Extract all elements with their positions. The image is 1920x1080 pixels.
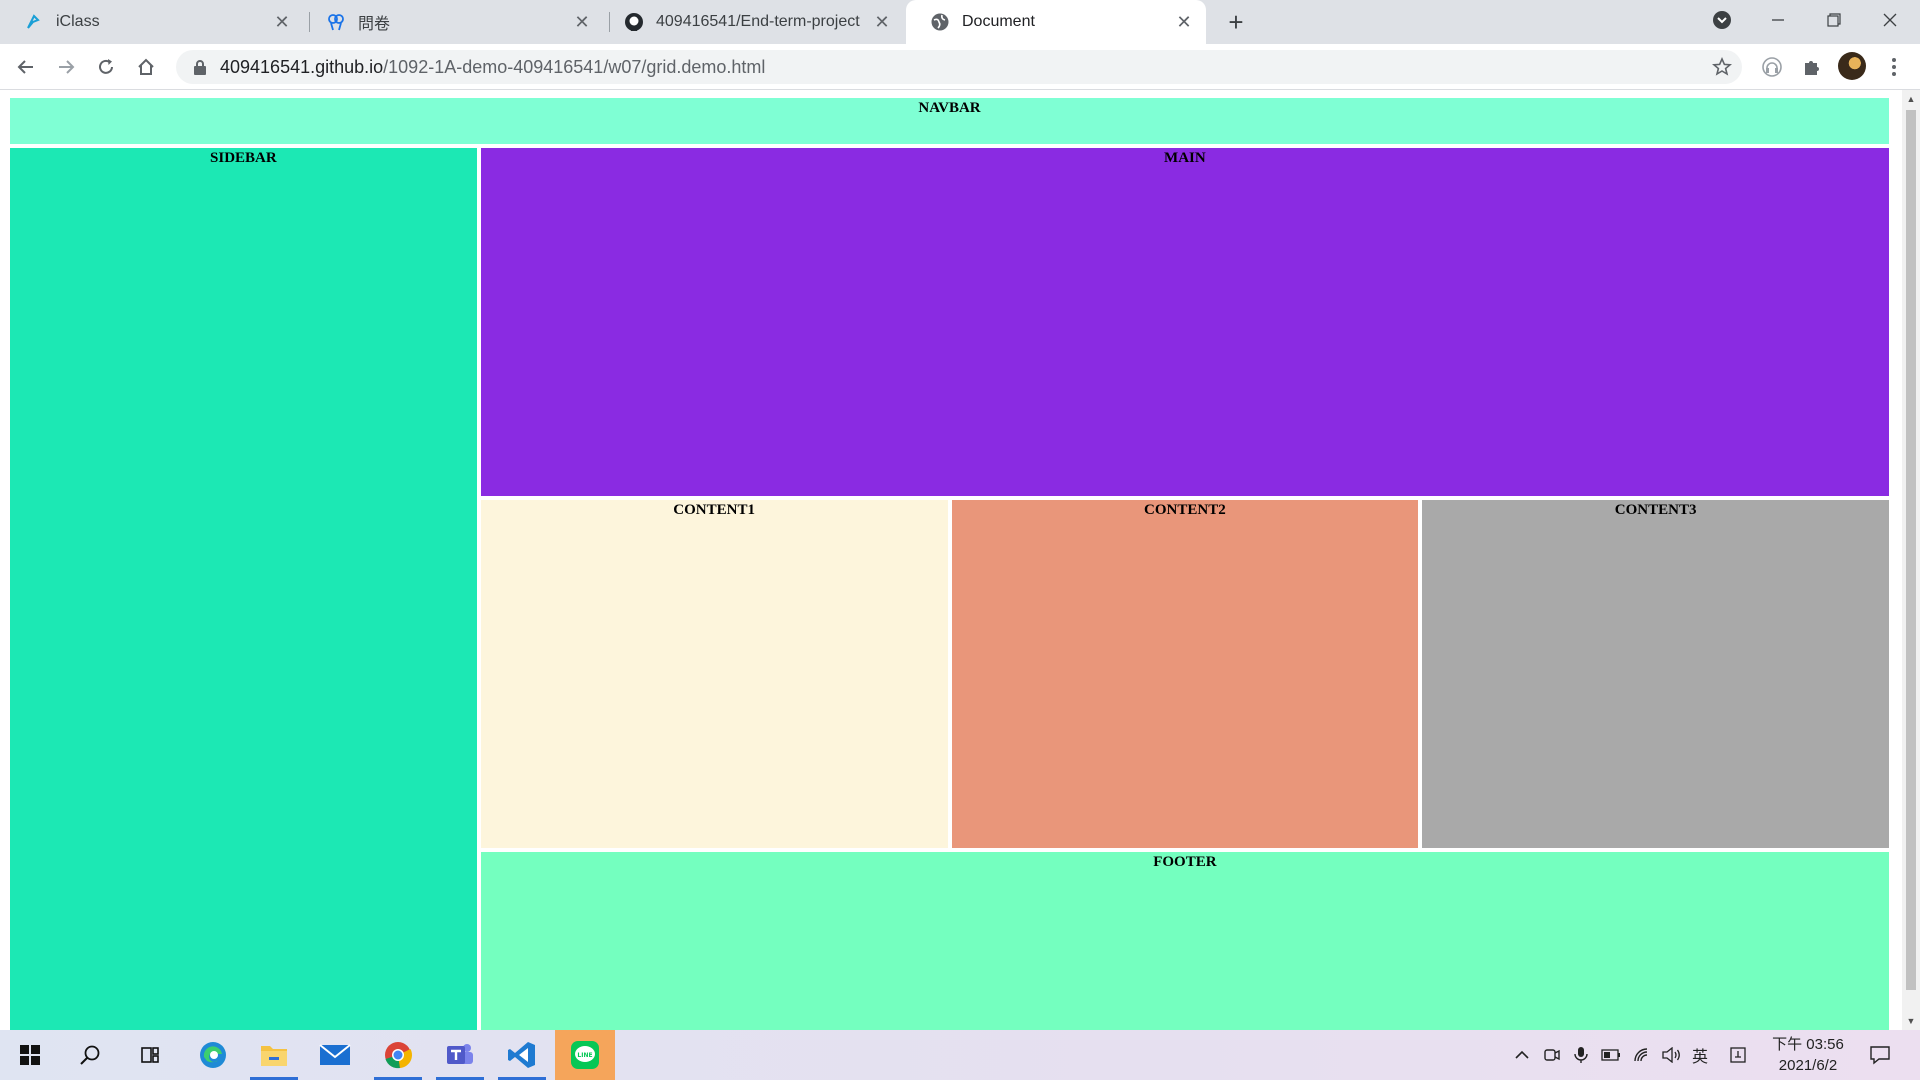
windows-taskbar: LINE 英 下午 03:56 2021/6/2 bbox=[0, 1030, 1920, 1080]
close-window-icon[interactable] bbox=[1862, 0, 1918, 40]
new-tab-button[interactable]: + bbox=[1220, 6, 1252, 38]
tab-title: 409416541/End-term-project bbox=[656, 13, 860, 30]
show-hidden-icons-chevron-icon[interactable] bbox=[1512, 1045, 1532, 1065]
tab-github[interactable]: 409416541/End-term-project ✕ bbox=[600, 0, 904, 44]
windows-start-icon[interactable] bbox=[0, 1030, 60, 1080]
file-explorer-icon[interactable] bbox=[244, 1030, 304, 1080]
survey-icon bbox=[326, 12, 346, 32]
close-tab-icon[interactable]: ✕ bbox=[1174, 12, 1194, 32]
mail-icon[interactable] bbox=[305, 1030, 365, 1080]
browser-tab-strip: iClass ✕ 問卷 ✕ 409416541/End-term-project… bbox=[0, 0, 1920, 44]
main-label: MAIN bbox=[1164, 150, 1206, 166]
tab-title: Document bbox=[962, 13, 1035, 30]
tab-search-icon[interactable] bbox=[1694, 0, 1750, 40]
vscode-icon[interactable] bbox=[492, 1030, 552, 1080]
line-icon[interactable]: LINE bbox=[555, 1030, 615, 1080]
menu-kebab-icon[interactable] bbox=[1878, 51, 1910, 83]
content3-label: CONTENT3 bbox=[1614, 502, 1697, 518]
microphone-icon[interactable] bbox=[1571, 1045, 1591, 1065]
footer-label: FOOTER bbox=[1153, 854, 1217, 870]
main-area: MAIN bbox=[480, 148, 1889, 496]
profile-avatar[interactable] bbox=[1838, 52, 1866, 80]
close-tab-icon[interactable]: ✕ bbox=[572, 12, 592, 32]
volume-icon[interactable] bbox=[1661, 1045, 1681, 1065]
system-clock[interactable]: 下午 03:56 2021/6/2 bbox=[1760, 1034, 1856, 1076]
task-view-icon[interactable] bbox=[120, 1030, 180, 1080]
tab-survey[interactable]: 問卷 ✕ bbox=[302, 0, 604, 44]
content2-label: CONTENT2 bbox=[1144, 502, 1226, 518]
iclass-icon bbox=[24, 12, 44, 32]
edge-icon[interactable] bbox=[183, 1030, 243, 1080]
scroll-up-arrow-icon[interactable]: ▲ bbox=[1902, 90, 1920, 108]
bookmark-star-icon[interactable] bbox=[1710, 55, 1734, 79]
sidebar-area: SIDEBAR bbox=[10, 148, 477, 1030]
url-path: /1092-1A-demo-409416541/w07/grid.demo.ht… bbox=[383, 56, 766, 77]
tab-document[interactable]: Document ✕ bbox=[906, 0, 1206, 44]
tab-iclass[interactable]: iClass ✕ bbox=[0, 0, 304, 44]
tab-title: 問卷 bbox=[358, 16, 391, 33]
footer-area: FOOTER bbox=[480, 852, 1889, 1030]
scroll-down-arrow-icon[interactable]: ▼ bbox=[1902, 1012, 1920, 1030]
meet-now-icon[interactable] bbox=[1542, 1045, 1562, 1065]
close-tab-icon[interactable]: ✕ bbox=[872, 12, 892, 32]
minimize-icon[interactable] bbox=[1750, 0, 1806, 40]
lock-icon[interactable] bbox=[190, 57, 210, 77]
page-viewport: NAVBAR SIDEBAR MAIN CONTENT1 CONTENT2 CO… bbox=[0, 90, 1920, 1030]
search-icon[interactable] bbox=[60, 1030, 120, 1080]
navbar-label: NAVBAR bbox=[918, 100, 981, 116]
svg-text:LINE: LINE bbox=[577, 1052, 592, 1059]
restore-icon[interactable] bbox=[1806, 0, 1862, 40]
tab-title: iClass bbox=[56, 13, 100, 30]
github-icon bbox=[624, 12, 644, 32]
clock-time: 下午 03:56 bbox=[1772, 1036, 1844, 1053]
globe-icon bbox=[930, 12, 950, 32]
teams-icon[interactable] bbox=[430, 1030, 490, 1080]
back-arrow-icon[interactable] bbox=[10, 51, 42, 83]
forward-arrow-icon[interactable] bbox=[50, 51, 82, 83]
reload-icon[interactable] bbox=[90, 51, 122, 83]
notification-center-icon[interactable] bbox=[1868, 1045, 1892, 1065]
chrome-icon[interactable] bbox=[368, 1030, 428, 1080]
content1-area: CONTENT1 bbox=[480, 500, 948, 848]
url-text: 409416541.github.io/1092-1A-demo-4094165… bbox=[220, 57, 765, 78]
wifi-icon[interactable] bbox=[1632, 1045, 1652, 1065]
url-host: 409416541.github.io bbox=[220, 56, 384, 77]
scrollbar-thumb[interactable] bbox=[1906, 110, 1916, 990]
extensions-puzzle-icon[interactable] bbox=[1796, 51, 1828, 83]
battery-icon[interactable] bbox=[1601, 1045, 1621, 1065]
extension-media-icon[interactable] bbox=[1756, 51, 1788, 83]
close-tab-icon[interactable]: ✕ bbox=[272, 12, 292, 32]
vertical-scrollbar[interactable]: ▲ ▼ bbox=[1902, 90, 1920, 1030]
address-bar[interactable]: 409416541.github.io/1092-1A-demo-4094165… bbox=[176, 50, 1742, 84]
ime-language-indicator[interactable]: 英 bbox=[1690, 1045, 1710, 1066]
sidebar-label: SIDEBAR bbox=[210, 150, 277, 166]
content3-area: CONTENT3 bbox=[1422, 500, 1889, 848]
content1-label: CONTENT1 bbox=[673, 502, 755, 518]
content2-area: CONTENT2 bbox=[951, 500, 1419, 848]
grid-layout: NAVBAR SIDEBAR MAIN CONTENT1 CONTENT2 CO… bbox=[10, 98, 1889, 1030]
browser-toolbar: 409416541.github.io/1092-1A-demo-4094165… bbox=[0, 44, 1920, 90]
ime-mode-icon[interactable] bbox=[1728, 1045, 1748, 1065]
home-icon[interactable] bbox=[130, 51, 162, 83]
clock-date: 2021/6/2 bbox=[1778, 1057, 1838, 1074]
navbar-area: NAVBAR bbox=[10, 98, 1889, 144]
